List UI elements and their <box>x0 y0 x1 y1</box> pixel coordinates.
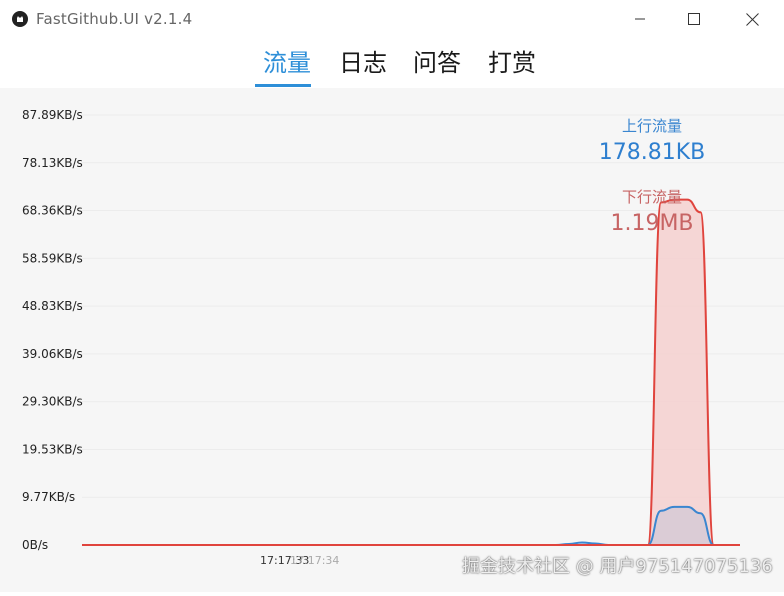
upload-series-line <box>81 505 740 546</box>
maximize-icon <box>688 13 700 25</box>
tab-traffic[interactable]: 流量 <box>263 48 311 78</box>
y-tick-label: 68.36KB/s <box>22 204 83 218</box>
y-tick-label: 0B/s <box>22 538 48 552</box>
download-legend-label: 下行流量 <box>621 188 682 206</box>
window-title: FastGithub.UI v2.1.4 <box>36 10 193 28</box>
upload-legend-label: 上行流量 <box>621 117 682 135</box>
tab-qa[interactable]: 问答 <box>413 48 461 78</box>
github-cat-icon <box>12 11 28 27</box>
download-series-line <box>81 198 740 546</box>
title-bar: FastGithub.UI v2.1.4 <box>0 0 784 38</box>
y-tick-label: 19.53KB/s <box>22 442 83 456</box>
y-tick-label: 39.06KB/s <box>22 347 83 361</box>
tab-bar: 流量 日志 问答 打赏 <box>0 38 784 88</box>
x-tick-label: 17:17:34 <box>290 554 339 567</box>
y-tick-label: 58.59KB/s <box>22 251 83 265</box>
download-series-area <box>82 199 740 545</box>
close-icon <box>745 12 759 26</box>
minimize-button[interactable] <box>612 0 668 38</box>
upload-legend-value: 178.81KB <box>598 140 706 165</box>
y-tick-label: 78.13KB/s <box>22 156 83 170</box>
upload-series-area <box>82 506 740 545</box>
download-legend: 下行流量 1.19MB <box>582 186 722 236</box>
upload-legend: 上行流量 178.81KB <box>582 115 722 165</box>
download-legend-value: 1.19MB <box>610 211 694 236</box>
y-tick-label: 29.30KB/s <box>22 395 83 409</box>
tab-logs[interactable]: 日志 <box>339 48 387 78</box>
close-button[interactable] <box>724 0 780 38</box>
maximize-button[interactable] <box>666 0 722 38</box>
y-tick-label: 48.83KB/s <box>22 299 83 313</box>
y-tick-label: 87.89KB/s <box>22 108 83 122</box>
watermark: 掘金技术社区 @ 用户975147075136 <box>462 556 773 577</box>
minimize-icon <box>635 18 645 20</box>
y-tick-label: 9.77KB/s <box>22 490 75 504</box>
tab-donate[interactable]: 打赏 <box>488 48 536 78</box>
active-tab-indicator <box>255 84 311 87</box>
